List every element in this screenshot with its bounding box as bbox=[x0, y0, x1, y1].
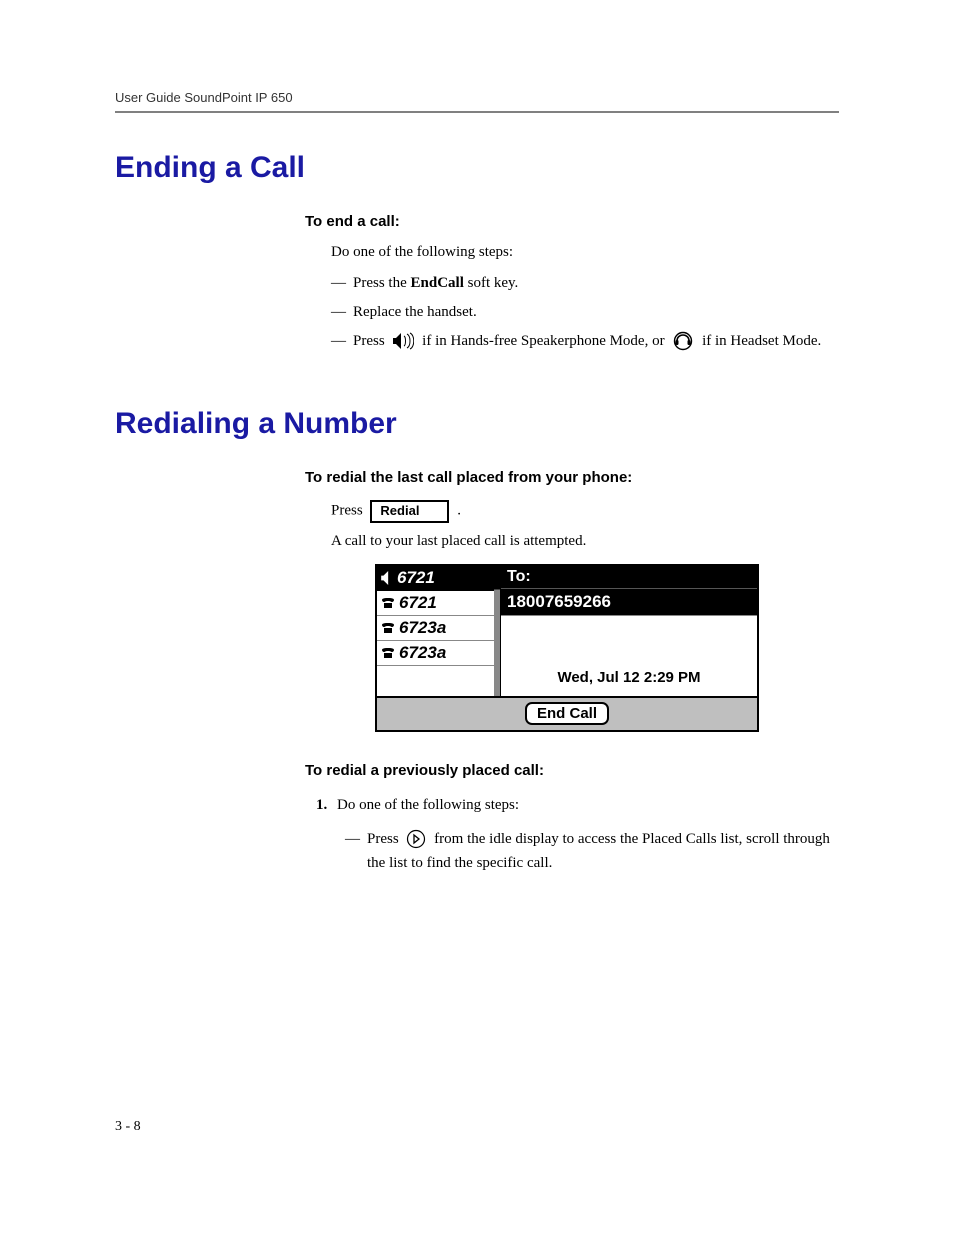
main-display-area: To: 18007659266 Wed, Jul 12 2:29 PM bbox=[501, 566, 757, 696]
list-item-press-mode-key: Press if in Hands-free Speakerphone Mode… bbox=[331, 329, 839, 354]
phone-icon bbox=[381, 593, 395, 613]
text: . bbox=[457, 503, 461, 519]
text: if in Hands-free Speakerphone Mode, or bbox=[422, 333, 668, 349]
subheading-redial-last: To redial the last call placed from your… bbox=[305, 469, 839, 486]
phone-display-main: 6721 6721 6723a 6723a bbox=[377, 566, 757, 696]
datetime-row: Wed, Jul 12 2:29 PM bbox=[501, 615, 757, 689]
heading-redialing-a-number: Redialing a Number bbox=[115, 407, 839, 441]
endcall-softkey-label: End Call bbox=[525, 702, 609, 725]
speakerphone-icon bbox=[392, 332, 414, 350]
to-label-bar: To: bbox=[501, 566, 757, 588]
dialed-number-row: 18007659266 bbox=[501, 588, 757, 615]
redial-result: A call to your last placed call is attem… bbox=[331, 533, 839, 550]
text: if in Headset Mode. bbox=[702, 333, 821, 349]
line-row: 6721 bbox=[377, 591, 500, 616]
press-redial-line: Press Redial . bbox=[331, 500, 839, 522]
softkey-bar: End Call bbox=[377, 696, 757, 730]
scroll-indicator bbox=[494, 566, 500, 696]
list-item-replace-handset: Replace the handset. bbox=[331, 300, 839, 325]
phone-icon bbox=[381, 618, 395, 638]
text: from the idle display to access the Plac… bbox=[367, 831, 830, 872]
text: Press bbox=[353, 333, 388, 349]
list-item-endcall-softkey: Press the EndCall soft key. bbox=[331, 271, 839, 296]
text: Press the bbox=[353, 275, 411, 291]
nav-right-icon bbox=[406, 829, 426, 849]
page-number: 3 - 8 bbox=[115, 1119, 141, 1135]
headset-icon bbox=[672, 331, 694, 351]
ordered-step-1: Do one of the following steps: Press fro… bbox=[331, 793, 839, 877]
softkey-name: EndCall bbox=[411, 275, 464, 291]
phone-display-illustration: 6721 6721 6723a 6723a bbox=[375, 564, 759, 732]
text: Press bbox=[367, 831, 402, 847]
sub-step-press-right: Press from the idle display to access th… bbox=[345, 827, 839, 877]
heading-ending-a-call: Ending a Call bbox=[115, 151, 839, 185]
text: soft key. bbox=[464, 275, 518, 291]
line-row: 6723a bbox=[377, 616, 500, 641]
line-row: 6723a bbox=[377, 641, 500, 666]
phone-icon bbox=[381, 643, 395, 663]
subheading-to-end-a-call: To end a call: bbox=[305, 213, 839, 230]
lead-text: Do one of the following steps: bbox=[331, 244, 839, 261]
line-row-active: 6721 bbox=[377, 566, 500, 591]
redial-key-icon: Redial bbox=[370, 500, 449, 522]
line-label: 6723a bbox=[399, 643, 446, 663]
line-label: 6721 bbox=[397, 568, 435, 588]
text: Press bbox=[331, 503, 366, 519]
line-key-column: 6721 6721 6723a 6723a bbox=[377, 566, 501, 696]
active-speaker-icon bbox=[381, 568, 393, 588]
running-header: User Guide SoundPoint IP 650 bbox=[115, 90, 839, 113]
subheading-redial-previous: To redial a previously placed call: bbox=[305, 762, 839, 779]
line-label: 6721 bbox=[399, 593, 437, 613]
step-text: Do one of the following steps: bbox=[337, 797, 519, 813]
line-label: 6723a bbox=[399, 618, 446, 638]
